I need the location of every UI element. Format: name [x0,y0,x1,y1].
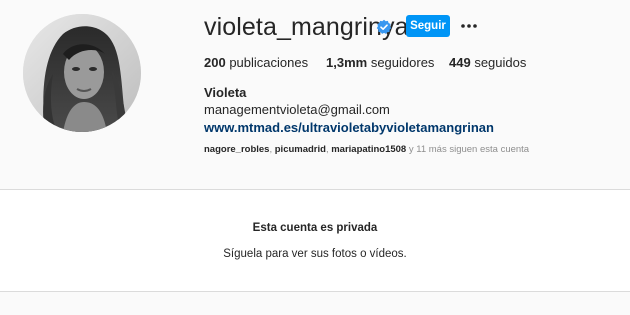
full-name: Violeta [204,85,247,100]
profile-page: violeta_mangrinyan Seguir 200 publicacio… [0,0,630,315]
posts-count: 200 [204,55,226,70]
bio-email: managementvioleta@gmail.com [204,102,390,117]
bio-link[interactable]: www.mtmad.es/ultravioletabyvioletamangri… [204,120,494,136]
posts-stat: 200 publicaciones [204,55,308,71]
followers-label: seguidores [370,55,435,70]
private-account-title: Esta cuenta es privada [252,222,378,234]
verified-badge-icon [376,19,392,34]
followed-by-user[interactable]: picumadrid [275,144,326,155]
followers-stat[interactable]: 1,3mm seguidores [326,55,434,71]
posts-label: publicaciones [229,55,309,70]
following-label: seguidos [474,55,527,70]
followed-by-line[interactable]: nagore_robles, picumadrid, mariapatino15… [204,144,529,156]
followed-by-separator: , [269,144,273,155]
avatar-image [23,14,141,132]
followed-by-user[interactable]: nagore_robles [204,144,269,155]
following-stat[interactable]: 449 seguidos [449,55,526,71]
following-count: 449 [449,55,471,70]
divider [0,291,630,292]
private-account-subtitle: Síguela para ver sus fotos o vídeos. [223,248,407,260]
followers-count: 1,3mm [326,55,368,70]
private-account-notice: Esta cuenta es privada Síguela para ver … [0,190,630,291]
more-options-icon[interactable] [460,19,478,33]
followed-by-separator: , [325,144,329,155]
follow-button[interactable]: Seguir [406,15,450,37]
followed-by-user[interactable]: mariapatino1508 [331,144,406,155]
profile-avatar[interactable] [23,14,141,132]
followed-by-more: y 11 más siguen esta cuenta [408,144,530,155]
